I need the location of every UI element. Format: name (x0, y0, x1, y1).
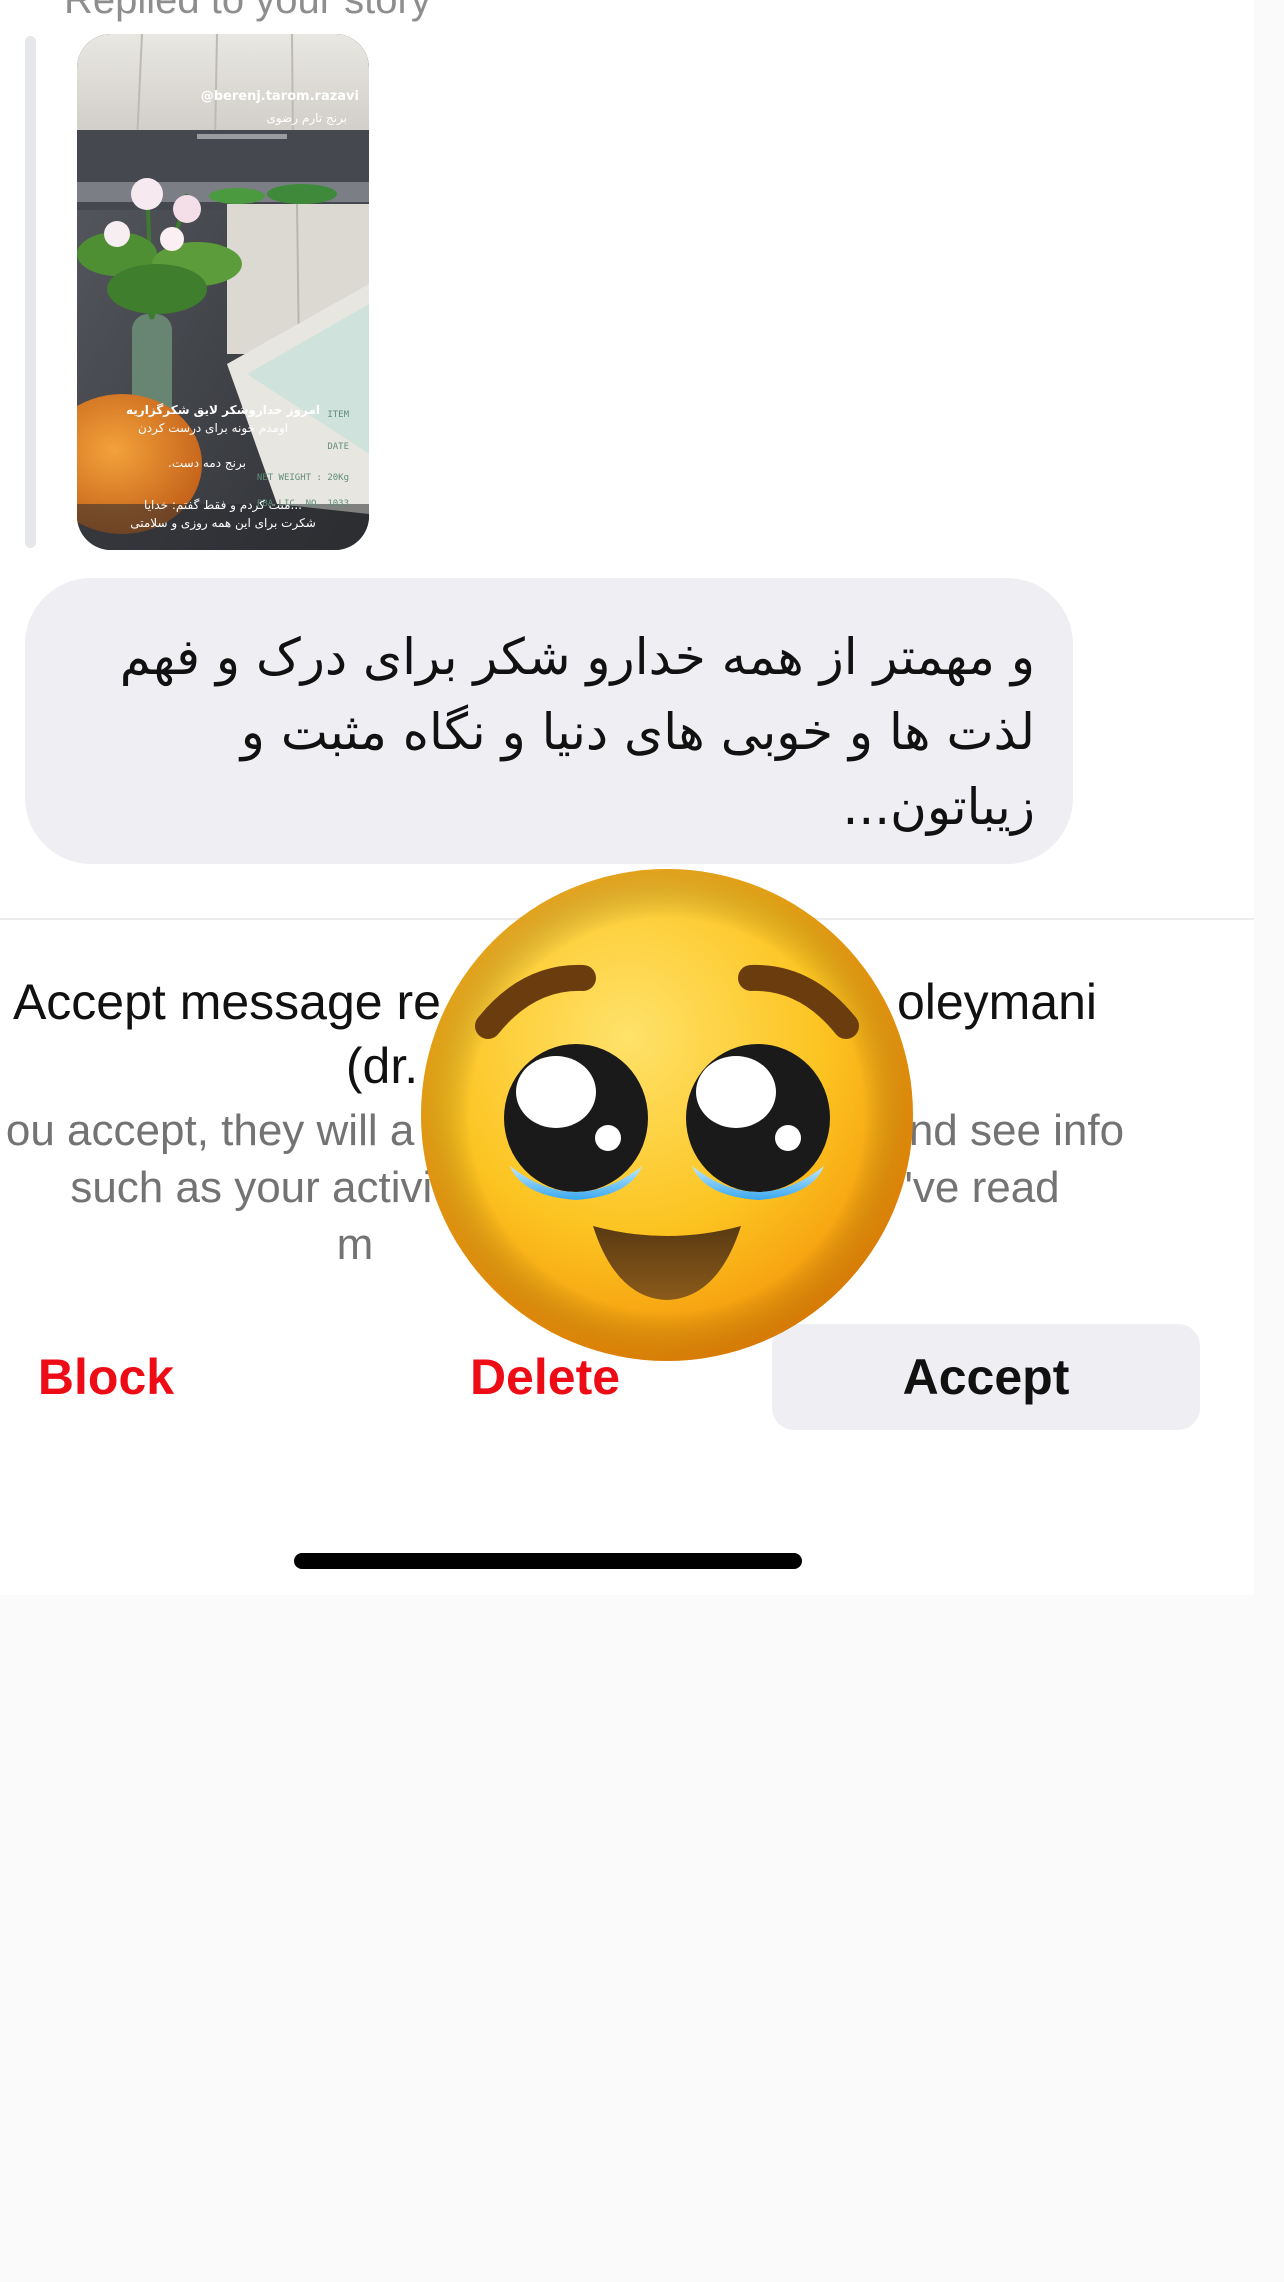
story-caption-line: برنج دمه دست. (168, 456, 246, 471)
bag-label-weight: NET WEIGHT : 20Kg (257, 473, 349, 483)
request-title-line1-start: Accept message re (12, 974, 441, 1030)
story-preview-thumbnail[interactable]: @berenj.tarom.razavi برنج تارم رضوی ITEM… (77, 34, 369, 550)
request-info-line2-start: such as your activit (70, 1163, 445, 1212)
story-caption-line: امروز خداروشکر لایق شکرگزاریه (126, 403, 320, 418)
request-title-line1-end: oleymani (896, 974, 1098, 1030)
story-caption-line: شکرت برای این همه روزی و سلامتی (130, 516, 316, 531)
message-text: و مهمتر از همه خدارو شکر برای درک و فهم … (119, 628, 1035, 836)
story-subtitle: برنج تارم رضوی (267, 111, 347, 126)
request-info-line3: m (336, 1220, 374, 1269)
story-caption-line: اومدم خونه برای درست کردن (138, 421, 288, 436)
request-info-line1-end: and see info (884, 1106, 1125, 1155)
home-indicator[interactable] (294, 1553, 802, 1569)
bag-label-date: DATE (327, 442, 349, 452)
face-holding-back-tears-emoji-icon (418, 866, 916, 1364)
request-info-line1-start: ou accept, they will a (5, 1106, 415, 1155)
story-caption-line: ...منت کردم و فقط گفتم: خدایا (144, 498, 302, 513)
block-button[interactable]: Block (6, 1324, 206, 1430)
replied-to-story-caption: Replied to your story (64, 0, 431, 22)
request-info-line2-end: 've read (904, 1163, 1060, 1212)
reply-indicator-bar (25, 36, 36, 548)
bag-label-item: ITEM (327, 410, 349, 420)
story-watermark: @berenj.tarom.razavi (201, 89, 359, 104)
request-title-line2: (dr. (345, 1038, 419, 1094)
message-bubble[interactable]: و مهمتر از همه خدارو شکر برای درک و فهم … (25, 578, 1073, 864)
